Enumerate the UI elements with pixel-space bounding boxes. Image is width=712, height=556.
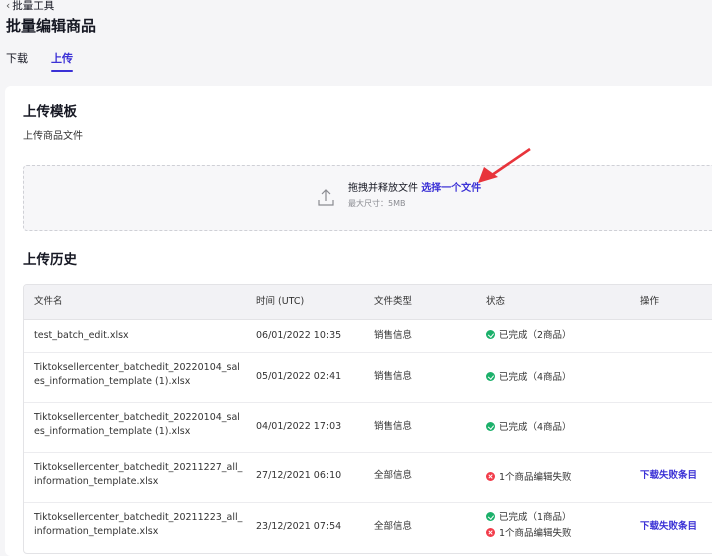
- file-name: Tiktoksellercenter_batchedit_20220104_sa…: [34, 362, 240, 387]
- col-time: 时间 (UTC): [256, 296, 305, 307]
- upload-time: 05/01/2022 02:41: [256, 371, 342, 382]
- tab-download[interactable]: 下载: [6, 52, 28, 66]
- upload-time: 06/01/2022 10:35: [256, 330, 342, 341]
- error-icon: [486, 472, 495, 481]
- success-icon: [486, 372, 495, 381]
- error-icon: [486, 528, 495, 537]
- drop-instruction: 拖拽并释放文件: [348, 183, 418, 194]
- table-row: test_batch_edit.xlsx 06/01/2022 10:35 销售…: [24, 319, 712, 353]
- file-name: Tiktoksellercenter_batchedit_20220104_sa…: [34, 412, 240, 437]
- breadcrumb-label: 批量工具: [12, 0, 55, 12]
- table-row: Tiktoksellercenter_batchedit_20211223_al…: [24, 502, 712, 553]
- status: 已完成（4商品）: [486, 421, 572, 435]
- file-name: Tiktoksellercenter_batchedit_20211223_al…: [34, 512, 243, 537]
- table-header: 文件名 时间 (UTC) 文件类型 状态 操作: [24, 285, 712, 320]
- upload-history-table: 文件名 时间 (UTC) 文件类型 状态 操作 test_batch_edit.…: [23, 284, 712, 554]
- status-text-secondary: 1个商品编辑失败: [499, 528, 572, 539]
- annotation-arrow: [478, 147, 531, 183]
- upload-time: 27/12/2021 06:10: [256, 470, 342, 481]
- upload-icon: [318, 189, 334, 206]
- table-row: Tiktoksellercenter_batchedit_20220104_sa…: [24, 402, 712, 453]
- col-type: 文件类型: [374, 296, 413, 307]
- file-type: 销售信息: [374, 421, 413, 432]
- tab-upload[interactable]: 上传: [51, 52, 73, 66]
- chevron-left-icon: ‹: [6, 0, 11, 12]
- status: 已完成（2商品）: [486, 329, 572, 343]
- status-text: 已完成（2商品）: [499, 330, 572, 341]
- breadcrumb[interactable]: ‹ 批量工具: [6, 0, 54, 12]
- status: 已完成（1商品）: [486, 511, 572, 525]
- file-name: test_batch_edit.xlsx: [34, 330, 129, 341]
- status-text: 已完成（4商品）: [499, 422, 572, 433]
- col-filename: 文件名: [34, 296, 63, 307]
- download-failed-items-link[interactable]: 下载失败条目: [640, 469, 697, 483]
- col-action: 操作: [640, 296, 660, 307]
- dropzone-text: 拖拽并释放文件 选择一个文件: [348, 182, 481, 196]
- status-secondary: 1个商品编辑失败: [486, 527, 572, 541]
- status-text: 1个商品编辑失败: [499, 472, 572, 483]
- col-status: 状态: [486, 296, 506, 307]
- success-icon: [486, 512, 495, 521]
- status-text: 已完成（1商品）: [499, 512, 572, 523]
- success-icon: [486, 330, 495, 339]
- upload-time: 04/01/2022 17:03: [256, 421, 342, 432]
- file-type: 全部信息: [374, 521, 413, 532]
- active-tab-indicator: [51, 70, 73, 72]
- upload-time: 23/12/2021 07:54: [256, 521, 342, 532]
- page-title: 批量编辑商品: [6, 17, 97, 35]
- max-size-hint: 最大尺寸：5MB: [348, 199, 406, 208]
- upload-template-subtitle: 上传商品文件: [23, 131, 83, 142]
- file-type: 销售信息: [374, 371, 413, 382]
- download-failed-items-link[interactable]: 下载失败条目: [640, 520, 697, 534]
- table-row: Tiktoksellercenter_batchedit_20220104_sa…: [24, 352, 712, 403]
- file-type: 销售信息: [374, 330, 413, 341]
- upload-template-title: 上传模板: [23, 104, 77, 120]
- file-type: 全部信息: [374, 470, 413, 481]
- upload-history-title: 上传历史: [23, 252, 77, 268]
- success-icon: [486, 422, 495, 431]
- status: 已完成（4商品）: [486, 371, 572, 385]
- file-name: Tiktoksellercenter_batchedit_20211227_al…: [34, 462, 243, 487]
- status-text: 已完成（4商品）: [499, 372, 572, 383]
- table-row: Tiktoksellercenter_batchedit_20211227_al…: [24, 452, 712, 503]
- status: 1个商品编辑失败: [486, 471, 572, 485]
